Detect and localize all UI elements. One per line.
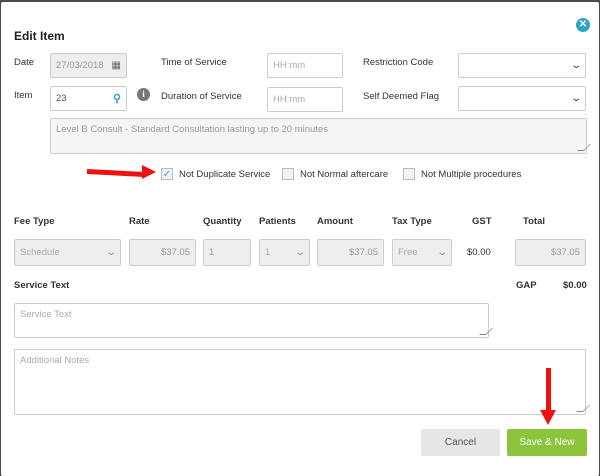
restriction-code-label: Restriction Code [363, 57, 434, 68]
item-label: Item [14, 90, 33, 101]
amount-value: $37.05 [348, 247, 378, 258]
quantity-value: 1 [209, 247, 215, 258]
fee-type-select: Schedule ⌄ [14, 239, 121, 266]
duration-of-service-input[interactable]: HH:mm [267, 87, 343, 112]
header-tax-type: Tax Type [392, 216, 432, 227]
item-description: Level B Consult - Standard Consultation … [50, 118, 591, 154]
date-label: Date [14, 57, 35, 68]
annotation-arrow-down [539, 368, 559, 428]
header-patients: Patients [259, 216, 296, 227]
checkbox-not-multiple-procedures[interactable]: Not Multiple procedures [403, 168, 521, 180]
service-text-input[interactable]: Service Text [14, 303, 493, 338]
duration-of-service-label: Duration of Service [161, 91, 242, 102]
resize-handle-icon[interactable] [479, 328, 493, 335]
date-value: 27/03/2018 [56, 60, 104, 71]
total-value: $37.05 [550, 247, 580, 258]
checkbox-label: Not Normal aftercare [300, 168, 389, 180]
gap-value: $0.00 [563, 280, 587, 291]
additional-notes-input[interactable]: Additional Notes [14, 349, 590, 415]
header-amount: Amount [317, 216, 353, 227]
cancel-button[interactable]: Cancel [421, 429, 500, 456]
item-description-text: Level B Consult - Standard Consultation … [56, 124, 328, 135]
amount-field: $37.05 [317, 239, 384, 266]
item-input[interactable]: 23 ⚲ [50, 86, 127, 111]
additional-notes-placeholder: Additional Notes [20, 355, 90, 366]
chevron-down-icon: ⌄ [435, 247, 448, 258]
checkbox-not-normal-aftercare[interactable]: Not Normal aftercare [282, 168, 388, 180]
edit-item-dialog: Edit Item ✕ Date 27/03/2018 ▦ Time of Se… [1, 2, 599, 476]
header-total: Total [523, 216, 545, 227]
info-icon[interactable]: i [137, 88, 150, 101]
time-of-service-input[interactable]: HH:mm [267, 53, 343, 78]
checkbox-label: Not Multiple procedures [421, 168, 522, 180]
search-icon[interactable]: ⚲ [113, 92, 121, 105]
checkbox-checked-icon[interactable]: ✓ [161, 168, 173, 180]
quantity-field: 1 [203, 239, 251, 266]
save-and-new-button[interactable]: Save & New [507, 429, 587, 456]
tax-type-select: Free ⌄ [392, 239, 452, 266]
duration-placeholder: HH:mm [273, 94, 306, 105]
gap-label: GAP [516, 280, 537, 291]
header-gst: GST [472, 216, 492, 227]
checkbox-icon[interactable] [403, 168, 415, 180]
calendar-icon: ▦ [111, 60, 121, 71]
chevron-down-icon: ⌄ [104, 247, 117, 258]
self-deemed-flag-select[interactable]: ⌄ [458, 86, 586, 111]
service-text-label: Service Text [14, 280, 70, 291]
tax-type-value: Free [398, 247, 418, 258]
checkbox-icon[interactable] [282, 168, 294, 180]
checkbox-not-duplicate-service[interactable]: ✓ Not Duplicate Service [161, 168, 270, 180]
chevron-down-icon: ⌄ [569, 93, 582, 104]
date-field: 27/03/2018 ▦ [50, 53, 127, 78]
gst-value: $0.00 [467, 247, 491, 258]
annotation-arrow-right [86, 165, 157, 179]
header-rate: Rate [129, 216, 150, 227]
restriction-code-select[interactable]: ⌄ [458, 53, 586, 78]
time-of-service-label: Time of Service [161, 57, 227, 68]
rate-value: $37.05 [160, 247, 190, 258]
patients-select: 1 ⌄ [259, 239, 310, 266]
service-text-placeholder: Service Text [20, 309, 72, 320]
rate-field: $37.05 [129, 239, 196, 266]
time-placeholder: HH:mm [273, 60, 306, 71]
dialog-title: Edit Item [14, 29, 65, 43]
self-deemed-flag-label: Self Deemed Flag [363, 91, 440, 102]
header-quantity: Quantity [203, 216, 242, 227]
chevron-down-icon: ⌄ [569, 60, 582, 71]
chevron-down-icon: ⌄ [293, 247, 306, 258]
resize-handle-icon[interactable] [576, 405, 590, 412]
total-field: $37.05 [515, 239, 586, 266]
fee-type-value: Schedule [20, 247, 60, 258]
close-icon[interactable]: ✕ [576, 18, 590, 32]
patients-value: 1 [265, 247, 271, 258]
item-value: 23 [56, 93, 67, 104]
header-fee-type: Fee Type [14, 216, 55, 227]
resize-handle-icon[interactable] [577, 144, 591, 151]
checkbox-label: Not Duplicate Service [179, 168, 271, 180]
